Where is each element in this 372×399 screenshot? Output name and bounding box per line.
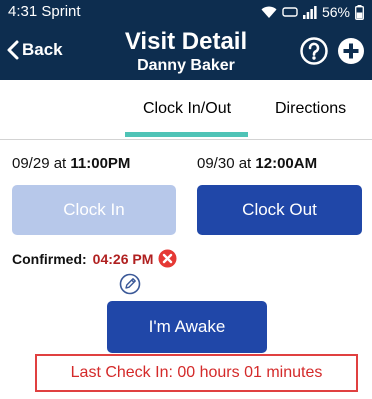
status-icons: 56%: [261, 3, 364, 21]
add-icon[interactable]: [336, 36, 366, 66]
status-time: 4:31 Sprint: [8, 3, 81, 20]
clock-in-time: 11:00PM: [70, 155, 131, 172]
signal-icon: [302, 6, 317, 19]
status-bar: 4:31 Sprint 56%: [0, 0, 372, 24]
clock-out-button[interactable]: Clock Out: [197, 185, 362, 235]
confirmed-label: Confirmed:: [12, 250, 87, 267]
active-tab-indicator: [125, 132, 248, 137]
last-check-in-status: Last Check In: 00 hours 01 minutes: [35, 354, 358, 392]
clock-in-button[interactable]: Clock In: [12, 185, 176, 235]
edit-time-icon[interactable]: [119, 273, 141, 295]
remove-icon[interactable]: [158, 249, 177, 268]
im-awake-button[interactable]: I'm Awake: [107, 301, 267, 353]
battery-icon: [355, 4, 364, 20]
volte-icon: [282, 7, 298, 17]
clock-out-scheduled: 09/30 at 12:00AM: [197, 155, 317, 172]
app-header: Back Visit Detail Danny Baker: [0, 24, 372, 80]
tab-clock-in-out[interactable]: Clock In/Out: [143, 100, 231, 118]
clock-out-date: 09/30 at: [197, 155, 252, 172]
confirmed-status: Confirmed: 04:26 PM: [12, 249, 177, 268]
help-icon[interactable]: [299, 36, 329, 66]
confirmed-time: 04:26 PM: [92, 250, 154, 267]
clock-out-time: 12:00AM: [255, 155, 318, 172]
battery-percent: 56%: [321, 4, 350, 20]
tab-directions[interactable]: Directions: [275, 100, 346, 118]
tab-bar: Clock In/Out Directions: [0, 80, 372, 140]
clock-in-scheduled: 09/29 at 11:00PM: [12, 155, 130, 172]
wifi-icon: [261, 6, 277, 18]
clock-in-date: 09/29 at: [12, 155, 67, 172]
